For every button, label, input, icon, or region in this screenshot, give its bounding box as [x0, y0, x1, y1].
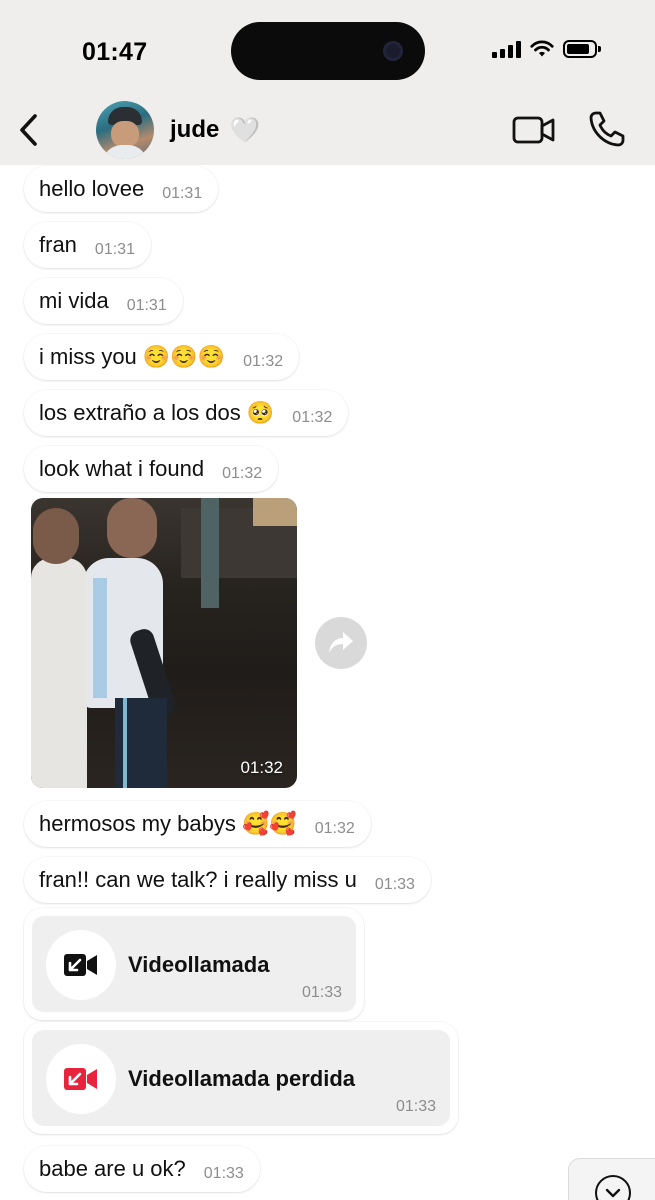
scroll-circle: [595, 1175, 631, 1200]
message-time: 01:33: [374, 876, 415, 893]
message-bubble[interactable]: hello lovee 01:31: [24, 166, 219, 212]
message-time: 01:32: [292, 409, 333, 426]
call-time: 01:33: [301, 984, 342, 1001]
message-text: hello lovee: [39, 176, 145, 201]
call-icon-container: [46, 930, 116, 1000]
message-bubble[interactable]: look what i found 01:32: [24, 446, 279, 492]
message-text: hermosos my babys 🥰🥰: [39, 811, 297, 836]
message-bubble[interactable]: mi vida 01:31: [24, 278, 183, 324]
avatar[interactable]: [96, 101, 154, 159]
message-text: mi vida: [39, 288, 109, 313]
message-text: los extraño a los dos 🥺: [39, 400, 275, 425]
message-bubble[interactable]: babe are u ok? 01:33: [24, 1146, 260, 1192]
message-bubble[interactable]: i miss you ☺️☺️☺️ 01:32: [24, 334, 300, 380]
message-time: 01:31: [94, 241, 135, 258]
status-time: 01:47: [82, 38, 148, 66]
signal-icon: [492, 40, 521, 58]
front-camera-icon: [383, 41, 403, 61]
video-call-card[interactable]: Videollamada 01:33: [24, 908, 364, 1020]
message-text: babe are u ok?: [39, 1156, 186, 1181]
battery-icon: [563, 40, 601, 58]
missed-video-call-icon: [64, 1068, 97, 1090]
contact-name[interactable]: jude: [170, 116, 219, 144]
call-title: Videollamada perdida: [128, 1066, 356, 1091]
call-time: 01:33: [395, 1098, 436, 1115]
incoming-video-call-icon: [64, 954, 97, 976]
call-title: Videollamada: [128, 952, 270, 977]
back-button[interactable]: [10, 108, 46, 152]
scroll-to-bottom-button[interactable]: [568, 1158, 655, 1200]
chat-header: 01:47 jude 🤍: [0, 0, 655, 165]
message-bubble[interactable]: fran 01:31: [24, 222, 151, 268]
message-time: 01:32: [243, 353, 284, 370]
video-message[interactable]: 01:32: [31, 498, 297, 788]
heart-emoji: 🤍: [230, 117, 260, 144]
video-call-button[interactable]: [512, 112, 556, 148]
chevron-down-icon: [605, 1188, 621, 1198]
message-time: 01:33: [203, 1165, 244, 1182]
missed-video-call-card[interactable]: Videollamada perdida 01:33: [24, 1022, 458, 1134]
message-bubble[interactable]: los extraño a los dos 🥺 01:32: [24, 390, 349, 436]
message-text: look what i found: [39, 456, 205, 481]
back-icon: [20, 114, 37, 146]
share-button[interactable]: [315, 617, 367, 669]
call-icon-container: [46, 1044, 116, 1114]
message-time: 01:32: [222, 465, 263, 482]
message-time: 01:32: [314, 820, 355, 837]
message-time: 01:31: [126, 297, 167, 314]
message-bubble[interactable]: fran!! can we talk? i really miss u 01:3…: [24, 857, 431, 903]
message-text: i miss you ☺️☺️☺️: [39, 344, 226, 369]
share-arrow-icon: [329, 632, 353, 653]
phone-icon: [589, 111, 625, 147]
wifi-icon: [530, 40, 554, 57]
status-icons: [492, 40, 601, 58]
video-camera-icon: [512, 116, 555, 144]
message-text: fran!! can we talk? i really miss u: [39, 867, 357, 892]
media-time: 01:32: [240, 758, 283, 777]
dynamic-island: [231, 22, 425, 80]
message-bubble[interactable]: hermosos my babys 🥰🥰 01:32: [24, 801, 371, 847]
voice-call-button[interactable]: [588, 110, 626, 148]
message-time: 01:31: [162, 185, 203, 202]
message-text: fran: [39, 232, 77, 257]
